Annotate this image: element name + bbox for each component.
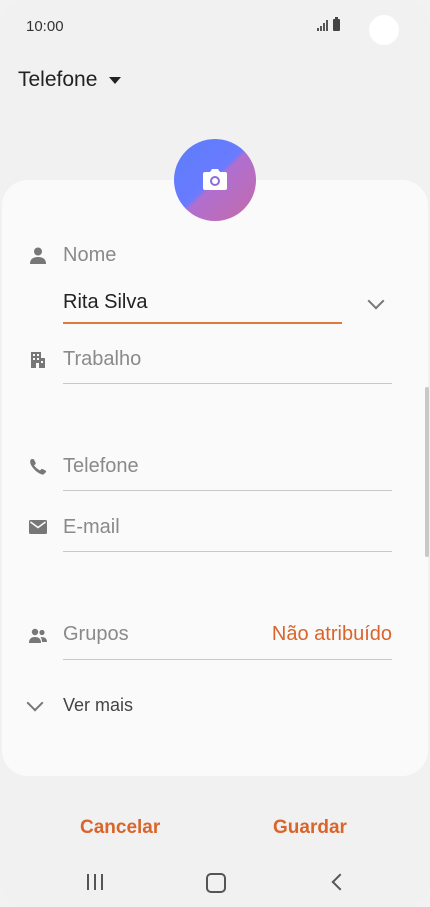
phone-icon (30, 459, 47, 475)
name-input[interactable]: Rita Silva (63, 291, 147, 314)
person-icon (30, 247, 46, 264)
signal-icon (317, 19, 329, 31)
camera-icon (203, 169, 227, 190)
phone-field-underline (63, 490, 392, 491)
group-icon (29, 628, 47, 643)
phone-screen: 10:00 Telefone Nome Rita Silva Trabalho … (0, 0, 430, 907)
groups-field-underline (63, 659, 392, 660)
name-label: Nome (63, 244, 117, 266)
groups-value[interactable]: Não atribuído (272, 623, 392, 646)
back-icon[interactable] (331, 873, 349, 891)
name-input-underline (63, 322, 342, 324)
recent-apps-icon[interactable] (87, 874, 103, 890)
contact-form-card (2, 180, 428, 776)
email-field-underline (63, 551, 392, 552)
see-more-button[interactable]: Ver mais (63, 695, 133, 716)
work-field-underline (63, 383, 392, 384)
email-field[interactable]: E-mail (63, 516, 120, 539)
status-time: 10:00 (26, 18, 64, 35)
work-field[interactable]: Trabalho (63, 348, 141, 371)
scrollbar[interactable] (425, 387, 429, 557)
save-button[interactable]: Guardar (273, 817, 347, 839)
groups-label: Grupos (63, 623, 129, 645)
front-camera-cutout (369, 15, 399, 45)
avatar-picker[interactable] (174, 139, 256, 221)
mail-icon (29, 520, 47, 534)
dropdown-arrow-icon (109, 76, 122, 84)
status-bar: 10:00 (0, 0, 430, 56)
storage-selector[interactable]: Telefone (18, 68, 122, 92)
phone-field[interactable]: Telefone (63, 455, 139, 478)
building-icon (31, 352, 45, 368)
storage-label: Telefone (18, 68, 98, 91)
battery-icon (333, 17, 340, 31)
cancel-button[interactable]: Cancelar (80, 817, 160, 839)
status-icons (317, 17, 340, 31)
home-icon[interactable] (206, 873, 226, 893)
